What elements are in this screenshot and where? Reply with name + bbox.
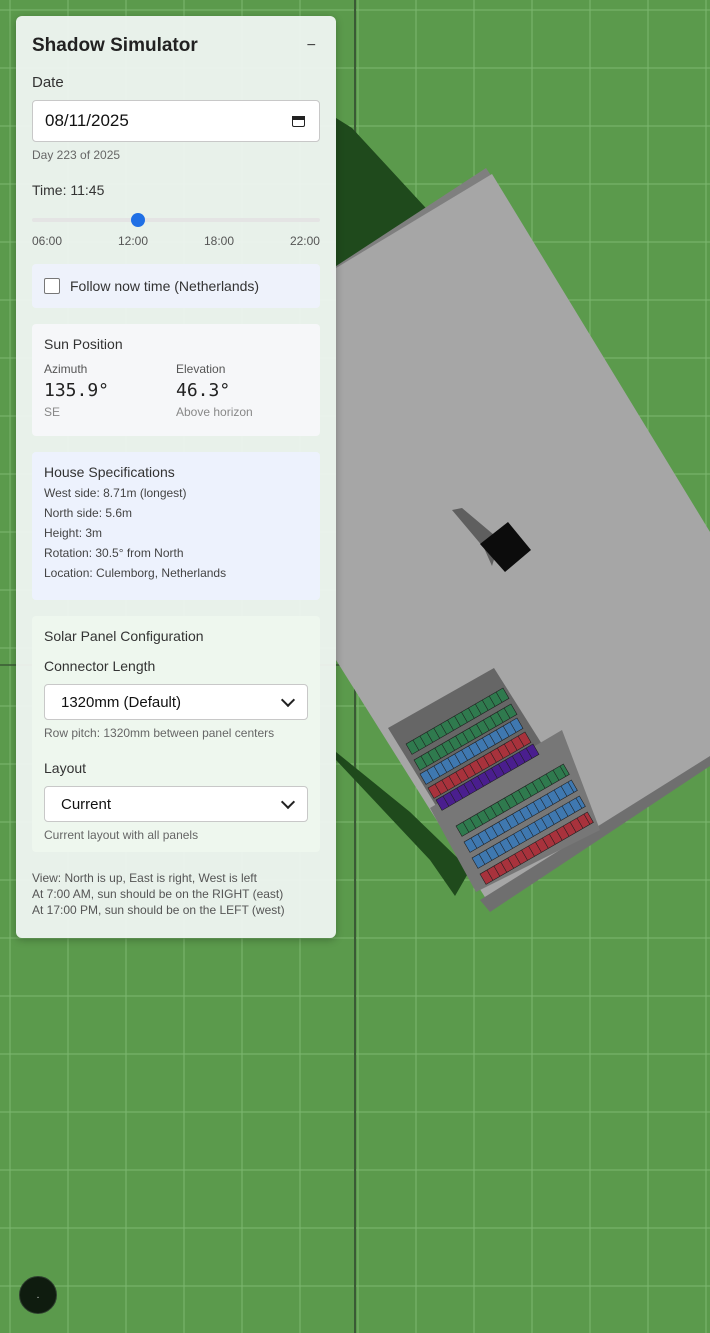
house-spec-item: Height: 3m: [44, 526, 103, 540]
house-specs-title: House Specifications: [44, 464, 175, 480]
solar-config-title: Solar Panel Configuration: [44, 628, 204, 644]
panel-title: Shadow Simulator: [32, 35, 198, 56]
azimuth-direction: SE: [44, 405, 61, 419]
chevron-down-icon: [280, 692, 296, 708]
solar-config-card: Solar Panel Configuration Connector Leng…: [32, 616, 320, 852]
date-input[interactable]: 08/11/2025: [32, 100, 320, 142]
azimuth-value: 135.9°: [44, 380, 110, 401]
connector-length-note: Row pitch: 1320mm between panel centers: [44, 726, 275, 740]
follow-now-label[interactable]: Follow now time (Netherlands): [70, 278, 259, 294]
calendar-icon[interactable]: [291, 113, 307, 129]
layout-select[interactable]: Current: [44, 786, 308, 822]
house-spec-item: Rotation: 30.5° from North: [44, 546, 184, 560]
azimuth-column: Azimuth 135.9° SE: [44, 362, 176, 419]
azimuth-label: Azimuth: [44, 362, 88, 376]
layout-label: Layout: [44, 760, 87, 776]
tick-label: 22:00: [289, 234, 320, 248]
view-help-text: View: North is up, East is right, West i…: [32, 870, 320, 918]
help-line: At 7:00 AM, sun should be on the RIGHT (…: [32, 887, 284, 901]
slider-thumb[interactable]: [130, 213, 145, 227]
help-line: View: North is up, East is right, West i…: [32, 871, 257, 885]
fab-label: .: [36, 1289, 40, 1301]
elevation-value: 46.3°: [176, 380, 231, 401]
house-specs-card: House Specifications West side: 8.71m (l…: [32, 452, 320, 600]
connector-length-value: 1320mm (Default): [61, 693, 182, 711]
follow-now-checkbox[interactable]: [44, 278, 60, 294]
house-spec-item: West side: 8.71m (longest): [44, 486, 187, 500]
sun-position-title: Sun Position: [44, 336, 123, 352]
house-spec-item: North side: 5.6m: [44, 506, 133, 520]
simulator-panel: Shadow Simulator − Date 08/11/2025 Day 2…: [16, 16, 336, 938]
date-label: Date: [32, 74, 64, 91]
layout-note: Current layout with all panels: [44, 828, 199, 842]
connector-length-label: Connector Length: [44, 658, 156, 674]
layout-value: Current: [61, 795, 112, 813]
chevron-down-icon: [280, 794, 296, 810]
sun-values: Azimuth 135.9° SE Elevation 46.3° Above …: [44, 362, 308, 419]
time-label: Time: 11:45: [32, 182, 105, 198]
slider-track[interactable]: [32, 218, 320, 222]
minimize-button[interactable]: −: [303, 37, 320, 55]
time-ticks: 06:00 12:00 18:00 22:00: [32, 234, 320, 248]
elevation-label: Elevation: [176, 362, 226, 376]
panel-header: Shadow Simulator −: [32, 32, 320, 60]
tick-label: 12:00: [117, 234, 149, 248]
date-value: 08/11/2025: [45, 111, 129, 130]
tick-label: 18:00: [203, 234, 234, 248]
sun-position-card: Sun Position Azimuth 135.9° SE Elevation…: [32, 324, 320, 436]
follow-now-box[interactable]: Follow now time (Netherlands): [32, 264, 320, 308]
help-line: At 17:00 PM, sun should be on the LEFT (…: [32, 903, 285, 917]
tick-label: 06:00: [32, 234, 63, 248]
time-slider[interactable]: [32, 212, 320, 228]
elevation-note: Above horizon: [176, 405, 253, 419]
house-spec-item: Location: Culemborg, Netherlands: [44, 566, 227, 580]
elevation-column: Elevation 46.3° Above horizon: [176, 362, 308, 419]
day-of-year-info: Day 223 of 2025: [32, 148, 121, 162]
floating-action-button[interactable]: .: [19, 1276, 57, 1314]
connector-length-select[interactable]: 1320mm (Default): [44, 684, 308, 720]
